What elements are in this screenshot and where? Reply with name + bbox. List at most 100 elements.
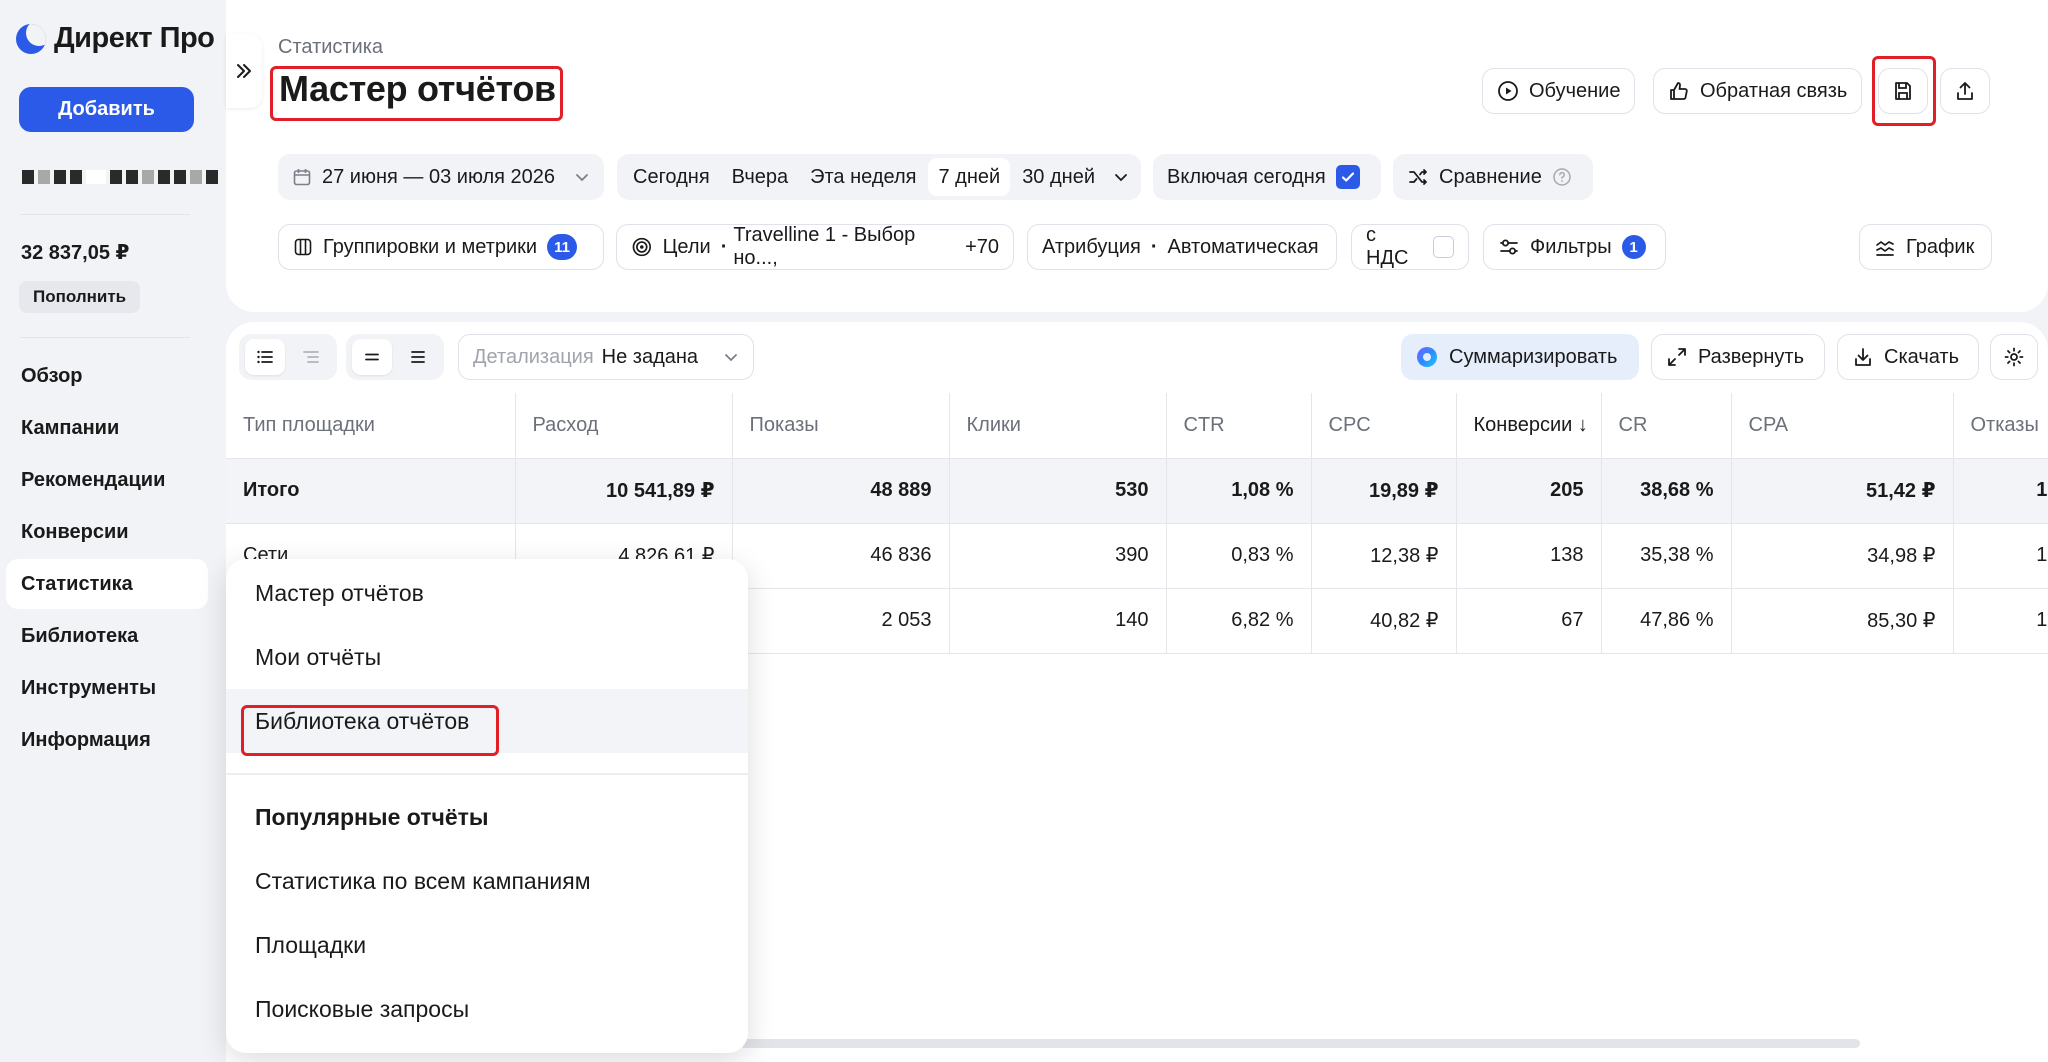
table-cell: 138 <box>1456 523 1602 589</box>
attribution-selector[interactable]: Атрибуция · Автоматическая <box>1027 224 1337 270</box>
menu-divider <box>226 773 748 775</box>
filters-count-badge: 1 <box>1621 235 1646 259</box>
groupings-metrics-button[interactable]: Группировки и метрики 11 <box>278 224 604 270</box>
summarize-button[interactable]: Суммаризировать <box>1401 334 1639 380</box>
breadcrumb[interactable]: Статистика <box>278 36 383 59</box>
dense-rows-button[interactable] <box>398 339 438 375</box>
include-today-checkbox[interactable] <box>1335 165 1360 189</box>
chart-button[interactable]: График <box>1859 224 1992 270</box>
dot-separator: · <box>720 235 728 258</box>
period-today[interactable]: Сегодня <box>623 158 720 196</box>
density-toggle <box>346 334 444 380</box>
table-cell: 35,38 % <box>1601 523 1732 589</box>
table-settings-button[interactable] <box>1990 334 2038 380</box>
account-name-masked[interactable] <box>22 170 218 184</box>
table-cell: 34,98 ₽ <box>1731 523 1954 589</box>
detail-value: Не задана <box>601 345 699 368</box>
table-row-total[interactable]: Итого 10 541,89 ₽ 48 889 530 1,08 % 19,8… <box>226 458 2048 524</box>
nav-item-recommendations[interactable]: Рекомендации <box>6 455 208 505</box>
date-range-value: 27 июня — 03 июля 2026 <box>322 165 556 188</box>
table-cell: 40,82 ₽ <box>1311 588 1457 654</box>
detail-selector[interactable]: Детализация Не задана <box>458 334 754 380</box>
period-selector[interactable]: Сегодня Вчера Эта неделя 7 дней 30 дней <box>617 154 1141 200</box>
period-30-days[interactable]: 30 дней <box>1012 158 1105 196</box>
period-7-days[interactable]: 7 дней <box>928 158 1011 196</box>
menu-item-report-wizard[interactable]: Мастер отчётов <box>226 561 748 625</box>
nav-item-library[interactable]: Библиотека <box>6 611 208 661</box>
share-button[interactable] <box>1940 68 1990 114</box>
expand-button[interactable]: Развернуть <box>1651 334 1825 380</box>
list-view-button[interactable] <box>245 339 285 375</box>
tree-view-button[interactable] <box>291 339 331 375</box>
table-cell: 47,86 % <box>1601 588 1732 654</box>
date-range-picker[interactable]: 27 июня — 03 июля 2026 <box>278 154 604 200</box>
column-header[interactable]: Расход <box>515 393 733 459</box>
download-button[interactable]: Скачать <box>1837 334 1979 380</box>
vat-checkbox[interactable] <box>1432 236 1454 258</box>
learn-button[interactable]: Обучение <box>1482 68 1636 114</box>
view-mode-toggle <box>239 334 337 380</box>
nav-item-tools[interactable]: Инструменты <box>6 663 208 713</box>
chevron-down-icon <box>725 354 737 362</box>
table-cell: 16 <box>1953 458 2048 524</box>
nav-item-conversions[interactable]: Конверсии <box>6 507 208 557</box>
table-cell: 140 <box>949 588 1167 654</box>
table-cell: 205 <box>1456 458 1602 524</box>
compact-rows-button[interactable] <box>352 339 392 375</box>
feedback-button-label: Обратная связь <box>1700 79 1848 102</box>
expand-sidebar-button[interactable] <box>226 34 262 108</box>
goals-label: Цели <box>662 235 711 258</box>
shuffle-icon <box>1409 169 1427 185</box>
menu-item-search-queries[interactable]: Поисковые запросы <box>226 977 748 1041</box>
menu-item-my-reports[interactable]: Мои отчёты <box>226 625 748 689</box>
groupings-label: Группировки и метрики <box>323 235 538 258</box>
expand-icon <box>1668 348 1686 366</box>
checkmark-icon <box>1341 172 1354 182</box>
expand-label: Развернуть <box>1698 345 1805 368</box>
table-cell: 48 889 <box>732 458 950 524</box>
sliders-icon <box>1500 239 1518 255</box>
feedback-button[interactable]: Обратная связь <box>1653 68 1863 114</box>
add-button[interactable]: Добавить <box>19 87 194 132</box>
column-header-sorted[interactable]: Конверсии ↓ <box>1456 393 1602 459</box>
menu-item-all-campaigns-stats[interactable]: Статистика по всем кампаниям <box>226 849 748 913</box>
table-cell: 38,68 % <box>1601 458 1732 524</box>
period-this-week[interactable]: Эта неделя <box>800 158 926 196</box>
filters-button[interactable]: Фильтры 1 <box>1483 224 1666 270</box>
column-header[interactable]: CPA <box>1731 393 1954 459</box>
download-icon <box>1855 348 1871 366</box>
column-header[interactable]: CPC <box>1311 393 1457 459</box>
nav-item-information[interactable]: Информация <box>6 715 208 765</box>
statistics-submenu: Мастер отчётов Мои отчёты Библиотека отч… <box>226 559 748 1053</box>
calendar-icon <box>293 169 311 186</box>
column-header[interactable]: Показы <box>732 393 950 459</box>
topup-button[interactable]: Пополнить <box>19 281 141 313</box>
menu-item-placements[interactable]: Площадки <box>226 913 748 977</box>
gear-icon <box>2004 347 2024 367</box>
horizontal-scrollbar[interactable] <box>740 1039 1860 1048</box>
logo[interactable]: Директ Про <box>16 22 215 55</box>
column-header[interactable]: Отказы <box>1953 393 2048 459</box>
column-header[interactable]: CR <box>1601 393 1732 459</box>
target-icon <box>632 237 651 257</box>
column-header[interactable]: Клики <box>949 393 1167 459</box>
include-today-toggle[interactable]: Включая сегодня <box>1153 154 1381 200</box>
nav-item-statistics[interactable]: Статистика <box>6 559 208 609</box>
nav-item-overview[interactable]: Обзор <box>6 351 208 401</box>
table-cell: 19,89 ₽ <box>1311 458 1457 524</box>
goals-selector[interactable]: Цели · Travelline 1 - Выбор но..., +70 <box>616 224 1014 270</box>
nav-item-campaigns[interactable]: Кампании <box>6 403 208 453</box>
column-header[interactable]: CTR <box>1166 393 1312 459</box>
compare-toggle[interactable]: Сравнение <box>1393 154 1593 200</box>
table-cell: 67 <box>1456 588 1602 654</box>
attribution-label: Атрибуция <box>1042 235 1141 258</box>
double-chevron-right-icon <box>237 64 251 78</box>
chart-label: График <box>1906 235 1975 258</box>
vat-toggle[interactable]: с НДС <box>1351 224 1469 270</box>
two-lines-icon <box>365 353 379 361</box>
title-highlight-frame <box>270 66 563 121</box>
columns-icon <box>294 238 312 256</box>
period-yesterday[interactable]: Вчера <box>722 158 798 196</box>
play-circle-icon <box>1498 81 1518 101</box>
column-header[interactable]: Тип площадки <box>226 393 516 459</box>
